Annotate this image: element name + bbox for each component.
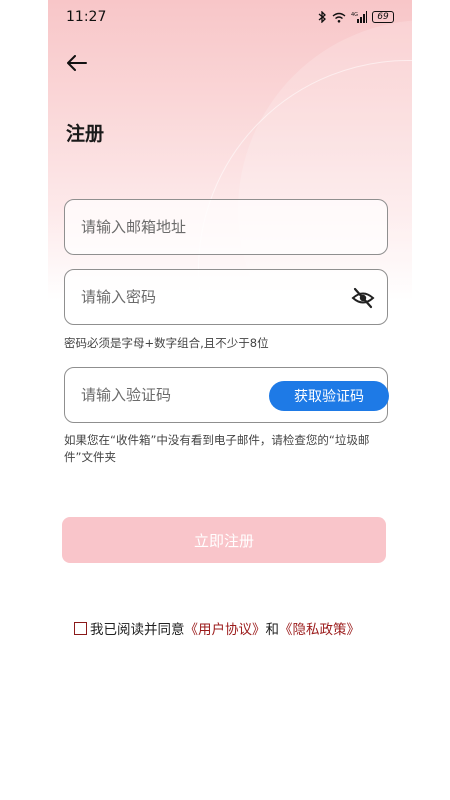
get-code-button[interactable]: 获取验证码	[269, 381, 389, 411]
email-field	[64, 199, 388, 255]
agreement-prefix: 我已阅读并同意	[90, 622, 185, 638]
spam-folder-hint: 如果您在“收件箱”中没有看到电子邮件，请检查您的“垃圾邮件”文件夹	[64, 433, 370, 464]
network-type-label: 4G	[351, 12, 358, 18]
status-icons: 4G 69	[318, 11, 394, 23]
battery-icon: 69	[372, 11, 394, 23]
agreement-checkbox[interactable]	[74, 621, 87, 635]
verification-code-field: 获取验证码	[64, 367, 389, 423]
eye-off-icon	[351, 287, 375, 309]
status-bar: 11:27 4G 69	[48, 0, 412, 34]
password-input[interactable]	[81, 288, 371, 306]
back-button[interactable]	[64, 50, 90, 76]
battery-level: 69	[377, 11, 389, 22]
page-title: 注册	[66, 123, 105, 145]
password-field	[64, 269, 388, 325]
wifi-icon	[332, 12, 346, 23]
email-input[interactable]	[81, 218, 371, 236]
user-agreement-link[interactable]: 《用户协议》	[185, 618, 266, 638]
status-time: 11:27	[66, 9, 107, 25]
signal-icon: 4G	[351, 11, 367, 23]
bluetooth-icon	[318, 11, 326, 23]
register-screen: 11:27 4G 69 注册 请输入邮箱地址 密码必须是字母+数字组合,且不少于…	[48, 0, 412, 800]
privacy-policy-link[interactable]: 《隐私政策》	[279, 618, 360, 638]
password-hint: 密码必须是字母+数字组合,且不少于8位	[64, 336, 269, 350]
agreement-conjunction: 和	[265, 622, 280, 638]
agreement-row: 我已阅读并同意 《用户协议》 和 《隐私政策》	[74, 618, 360, 638]
register-button[interactable]: 立即注册	[62, 517, 386, 563]
toggle-password-visibility-button[interactable]	[351, 286, 375, 310]
arrow-left-icon	[67, 55, 87, 71]
